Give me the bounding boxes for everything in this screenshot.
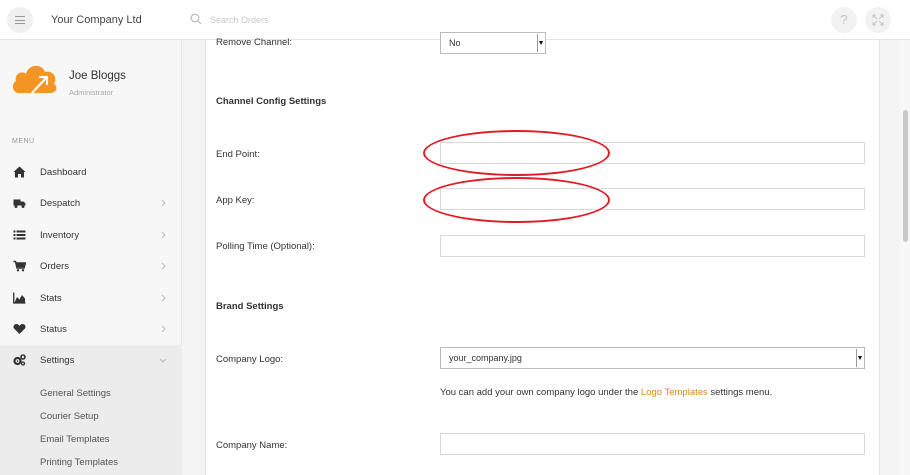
gears-icon [13,354,26,366]
area-chart-icon [13,292,26,304]
submenu-item-courier-setup[interactable]: Courier Setup [40,411,99,422]
chevron-right-icon [161,231,166,239]
sidebar-item-label: Despatch [40,198,81,209]
settings-submenu: General Settings Courier Setup Email Tem… [0,376,182,475]
sidebar-item-label: Status [40,324,67,335]
sidebar-item-despatch[interactable]: Despatch [0,188,182,219]
sidebar-item-settings[interactable]: Settings [0,345,182,376]
sidebar-item-label: Stats [40,293,62,304]
user-role: Administrator [69,88,114,97]
company-logo-label: Company Logo: [216,354,284,365]
brand-settings-heading: Brand Settings [216,301,284,312]
sidebar-item-label: Orders [40,261,70,272]
user-name: Joe Bloggs [69,70,126,82]
remove-channel-label: Remove Channel: [216,37,293,48]
sidebar-item-status[interactable]: Status [0,314,182,345]
settings-form: Remove Channel: No Channel Config Settin… [205,32,880,475]
scrollbar-thumb[interactable] [903,110,908,242]
submenu-item-email-templates[interactable]: Email Templates [40,434,110,445]
submenu-item-general-settings[interactable]: General Settings [40,388,111,399]
list-icon [13,230,26,240]
annotation-ellipse-end-point [423,130,610,176]
sidebar: Joe Bloggs Administrator MENU Dashboard … [0,40,182,475]
fullscreen-icon[interactable] [865,7,891,33]
help-text-suffix: settings menu. [707,387,773,398]
end-point-label: End Point: [216,149,260,160]
sidebar-item-stats[interactable]: Stats [0,283,182,314]
company-name-field[interactable] [440,433,865,455]
company-name-label: Company Name: [216,440,288,451]
dropdown-arrow-icon [856,349,863,367]
logo-help-text: You can add your own company logo under … [440,387,772,398]
sidebar-item-inventory[interactable]: Inventory [0,220,182,251]
annotation-ellipse-app-key [423,177,610,223]
polling-time-label: Polling Time (Optional): [216,241,315,252]
chevron-right-icon [161,325,166,333]
chevron-right-icon [161,294,166,302]
chevron-down-icon [159,358,167,363]
home-icon [13,166,26,178]
sidebar-item-label: Inventory [40,230,80,241]
scrollbar[interactable] [900,40,910,475]
channel-config-heading: Channel Config Settings [216,96,327,107]
search-icon [190,13,202,25]
chevron-right-icon [161,199,166,207]
heart-icon [13,324,26,334]
sidebar-item-label: Dashboard [40,167,87,178]
submenu-item-printing-templates[interactable]: Printing Templates [40,457,118,468]
remove-channel-value: No [449,38,461,48]
logo-templates-link[interactable]: Logo Templates [641,387,708,398]
cart-icon [13,260,26,272]
app-key-label: App Key: [216,195,255,206]
sidebar-item-dashboard[interactable]: Dashboard [0,157,182,188]
company-logo-select[interactable]: your_company.jpg [440,347,865,369]
search-input[interactable] [205,11,425,29]
menu-heading: MENU [12,138,35,145]
polling-time-field[interactable] [440,235,865,257]
chevron-right-icon [161,262,166,270]
hamburger-icon[interactable] [7,7,33,33]
company-name: Your Company Ltd [51,14,142,26]
cloud-logo-icon [12,65,57,95]
company-logo-value: your_company.jpg [449,353,522,363]
help-icon[interactable]: ? [831,7,857,33]
truck-icon [13,199,26,208]
sidebar-item-orders[interactable]: Orders [0,251,182,282]
dropdown-arrow-icon [537,34,544,52]
help-text-prefix: You can add your own company logo under … [440,387,641,398]
sidebar-item-label: Settings [40,355,75,366]
remove-channel-select[interactable]: No [440,32,546,54]
main-content: Remove Channel: No Channel Config Settin… [182,32,900,475]
